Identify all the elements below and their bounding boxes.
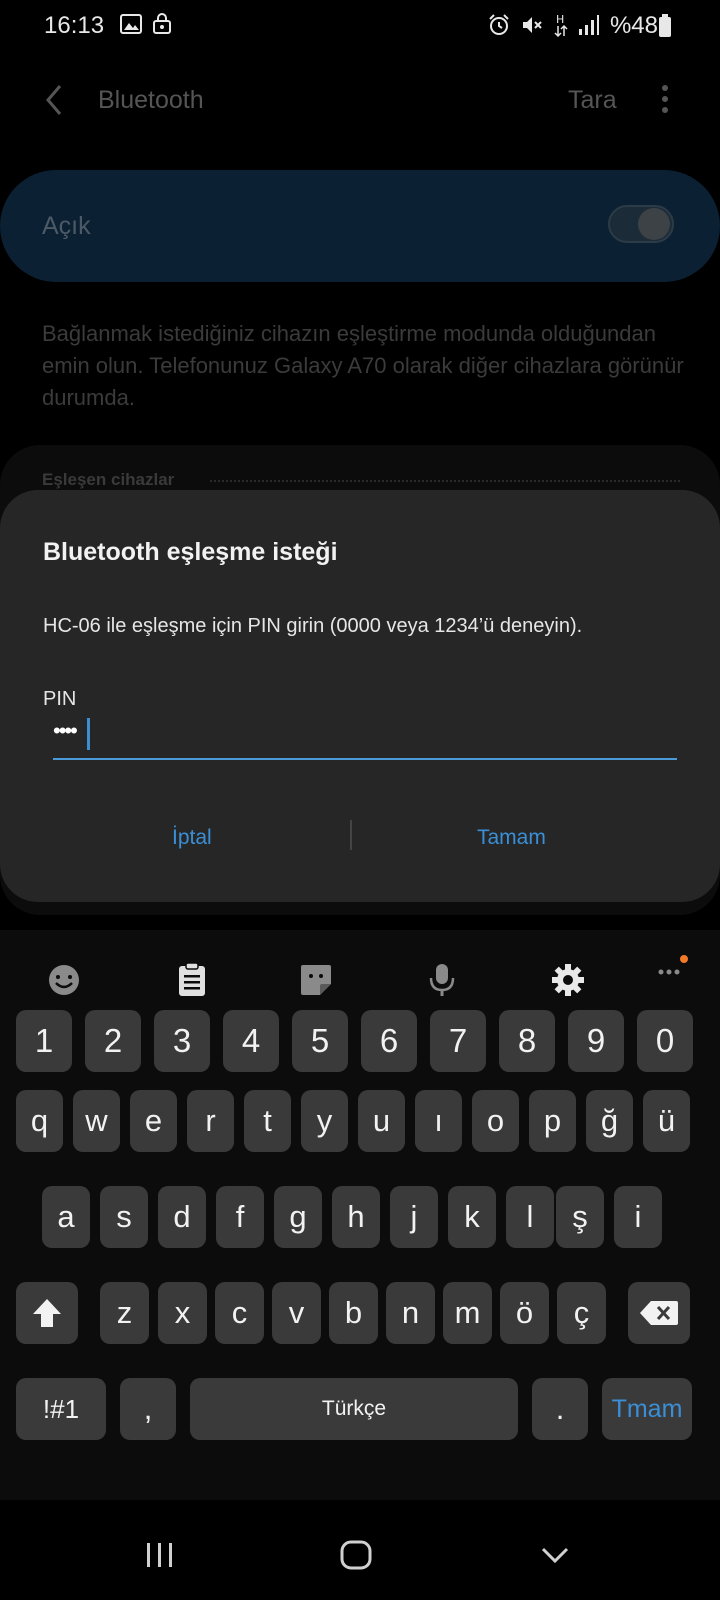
key-i[interactable]: i [614, 1186, 662, 1248]
key-s-cedilla[interactable]: ş [556, 1186, 604, 1248]
key-l[interactable]: l [506, 1186, 554, 1248]
key-j[interactable]: j [390, 1186, 438, 1248]
key-h[interactable]: h [332, 1186, 380, 1248]
key-5[interactable]: 5 [292, 1010, 348, 1072]
key-p[interactable]: p [529, 1090, 576, 1152]
microphone-icon[interactable] [424, 962, 460, 998]
key-y[interactable]: y [301, 1090, 348, 1152]
back-button[interactable] [40, 80, 70, 120]
lock-icon [152, 12, 172, 41]
key-0[interactable]: 0 [637, 1010, 693, 1072]
text-cursor [87, 718, 90, 750]
key-8[interactable]: 8 [499, 1010, 555, 1072]
key-o-umlaut[interactable]: ö [500, 1282, 549, 1344]
recent-apps-icon [147, 1543, 172, 1567]
sticker-icon[interactable] [298, 962, 334, 998]
settings-icon[interactable] [550, 962, 586, 998]
back-arrow-icon [46, 85, 62, 115]
key-7[interactable]: 7 [430, 1010, 486, 1072]
key-o[interactable]: o [472, 1090, 519, 1152]
dialog-message: HC-06 ile eşleşme için PIN girin (0000 v… [43, 615, 583, 637]
period-key[interactable]: . [532, 1378, 588, 1440]
hide-keyboard-button[interactable] [535, 1535, 575, 1575]
pin-label: PIN [43, 688, 77, 710]
key-f[interactable]: f [216, 1186, 264, 1248]
key-k[interactable]: k [448, 1186, 496, 1248]
recent-apps-button[interactable] [140, 1535, 180, 1575]
emoji-icon[interactable] [46, 962, 82, 998]
home-button[interactable] [336, 1535, 376, 1575]
key-v[interactable]: v [272, 1282, 321, 1344]
key-g[interactable]: g [274, 1186, 322, 1248]
key-g-breve[interactable]: ğ [586, 1090, 633, 1152]
svg-text:H: H [556, 13, 564, 26]
signal-icon [578, 14, 600, 43]
home-icon [340, 1540, 372, 1570]
key-w[interactable]: w [73, 1090, 120, 1152]
key-4[interactable]: 4 [223, 1010, 279, 1072]
more-options-button[interactable] [650, 80, 680, 120]
key-b[interactable]: b [329, 1282, 378, 1344]
alarm-icon [487, 13, 511, 44]
key-c-cedilla[interactable]: ç [557, 1282, 606, 1344]
more-vertical-icon [662, 85, 668, 113]
key-u[interactable]: u [358, 1090, 405, 1152]
image-icon [120, 13, 142, 41]
bluetooth-switch[interactable] [608, 205, 674, 243]
key-z[interactable]: z [100, 1282, 149, 1344]
mute-icon [520, 13, 544, 44]
scan-button[interactable]: Tara [568, 86, 617, 115]
dialog-title: Bluetooth eşleşme isteği [43, 538, 338, 566]
pairing-hint-text: Bağlanmak istediğiniz cihazın eşleştirme… [42, 321, 684, 410]
key-d[interactable]: d [158, 1186, 206, 1248]
key-q[interactable]: q [16, 1090, 63, 1152]
key-r[interactable]: r [187, 1090, 234, 1152]
more-icon[interactable] [656, 952, 690, 986]
key-e[interactable]: e [130, 1090, 177, 1152]
status-time: 16:13 [44, 12, 105, 39]
key-s[interactable]: s [100, 1186, 148, 1248]
pin-input[interactable]: •••• [53, 716, 677, 760]
space-key[interactable]: Türkçe [190, 1378, 518, 1440]
pin-value: •••• [53, 718, 78, 743]
ok-button[interactable]: Tamam [477, 826, 546, 850]
battery-text: %48 [609, 12, 658, 39]
backspace-icon [640, 1301, 678, 1325]
comma-key[interactable]: , [120, 1378, 176, 1440]
chevron-down-icon [541, 1547, 569, 1564]
cancel-button[interactable]: İptal [172, 826, 212, 850]
shift-key[interactable] [16, 1282, 78, 1344]
paired-devices-title: Eşleşen cihazlar [42, 470, 175, 489]
key-x[interactable]: x [158, 1282, 207, 1344]
enter-key[interactable]: Tmam [602, 1378, 692, 1440]
key-a[interactable]: a [42, 1186, 90, 1248]
clipboard-icon[interactable] [174, 962, 210, 998]
button-divider [350, 820, 352, 850]
switch-knob [638, 208, 670, 240]
key-dotless-i[interactable]: ı [415, 1090, 462, 1152]
key-u-umlaut[interactable]: ü [643, 1090, 690, 1152]
backspace-key[interactable] [628, 1282, 690, 1344]
shift-arrow-icon [33, 1299, 61, 1327]
key-t[interactable]: t [244, 1090, 291, 1152]
key-6[interactable]: 6 [361, 1010, 417, 1072]
bluetooth-toggle-label: Açık [42, 212, 91, 240]
key-n[interactable]: n [386, 1282, 435, 1344]
battery-icon [658, 14, 672, 45]
key-m[interactable]: m [443, 1282, 492, 1344]
data-h-icon: H [553, 12, 569, 45]
page-title: Bluetooth [98, 86, 204, 114]
key-3[interactable]: 3 [154, 1010, 210, 1072]
status-bar: 16:13 H %48 [0, 0, 720, 50]
key-c[interactable]: c [215, 1282, 264, 1344]
symbols-key[interactable]: !#1 [16, 1378, 106, 1440]
key-2[interactable]: 2 [85, 1010, 141, 1072]
section-divider [210, 480, 680, 482]
key-9[interactable]: 9 [568, 1010, 624, 1072]
key-1[interactable]: 1 [16, 1010, 72, 1072]
